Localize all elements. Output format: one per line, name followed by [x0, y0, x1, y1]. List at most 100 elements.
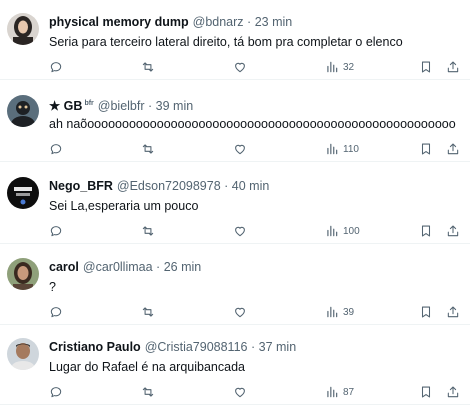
display-name[interactable]: Nego_BFR — [49, 179, 113, 193]
tweet[interactable]: ★ GB bfr @bielbfr · 39 min ah naõooooooooo… — [0, 82, 470, 162]
reply-icon — [50, 144, 62, 155]
bookmark-button[interactable] — [419, 222, 433, 240]
tweet-text: Sei La,esperaria um pouco — [49, 199, 199, 213]
like-button[interactable] — [233, 303, 247, 321]
like-button[interactable] — [233, 383, 247, 401]
avatar[interactable] — [7, 95, 39, 127]
reply-button[interactable] — [49, 383, 63, 401]
action-bar: 100 — [49, 222, 463, 240]
separator-dot: · — [148, 99, 153, 114]
display-name[interactable]: Cristiano Paulo — [49, 340, 141, 354]
bookmark-icon — [421, 61, 431, 73]
avatar[interactable] — [7, 177, 39, 209]
timestamp[interactable]: 23 min — [255, 15, 293, 29]
tweet-header: Cristiano Paulo @Cristia79088116 · 37 min — [49, 339, 296, 355]
share-button[interactable] — [446, 58, 460, 76]
share-icon — [447, 61, 459, 73]
views-icon — [327, 225, 338, 237]
like-icon — [235, 307, 245, 318]
display-name[interactable]: carol — [49, 260, 79, 274]
tweet[interactable]: physical memory dump @bdnarz · 23 min Ser… — [0, 0, 470, 80]
views-count: 100 — [343, 225, 360, 237]
like-icon — [235, 144, 245, 155]
views-icon — [327, 143, 338, 155]
user-handle[interactable]: @Cristia79088116 — [145, 340, 248, 354]
retweet-icon — [142, 62, 154, 72]
timestamp[interactable]: 37 min — [259, 340, 297, 354]
tweet[interactable]: Cristiano Paulo @Cristia79088116 · 37 min… — [0, 325, 470, 405]
share-button[interactable] — [446, 383, 460, 401]
reply-button[interactable] — [49, 140, 63, 158]
retweet-icon — [142, 226, 154, 236]
share-button[interactable] — [446, 303, 460, 321]
like-button[interactable] — [233, 222, 247, 240]
bookmark-button[interactable] — [419, 58, 433, 76]
views-icon — [327, 386, 338, 398]
tweet-text: Seria para terceiro lateral direito, tá … — [49, 35, 403, 49]
share-icon — [447, 386, 459, 398]
user-handle[interactable]: @Edson72098978 — [117, 179, 221, 193]
like-icon — [235, 62, 245, 73]
separator-dot: · — [224, 179, 229, 193]
bookmark-button[interactable] — [419, 140, 433, 158]
reply-button[interactable] — [49, 58, 63, 76]
like-button[interactable] — [233, 58, 247, 76]
views-count: 87 — [343, 386, 355, 398]
share-icon — [447, 143, 459, 155]
share-button[interactable] — [446, 140, 460, 158]
user-handle[interactable]: @bielbfr — [98, 99, 145, 113]
views-count: 110 — [343, 143, 359, 155]
tweet-text: ah naõoooooooooooooooooooooooooooooooooo… — [49, 117, 456, 131]
action-bar: 32 — [49, 58, 463, 76]
display-name[interactable]: ★ GB — [49, 99, 82, 113]
views-button[interactable]: 39 — [325, 303, 354, 321]
tweet-text: Lugar do Rafael é na arquibancada — [49, 360, 245, 374]
reply-icon — [50, 307, 62, 318]
views-count: 39 — [343, 306, 355, 318]
timestamp[interactable]: 39 min — [156, 99, 194, 113]
views-button[interactable]: 100 — [325, 222, 360, 240]
action-bar: 110 — [49, 140, 463, 158]
reply-button[interactable] — [49, 222, 63, 240]
tweet-header: carol @car0llimaa · 26 min — [49, 259, 201, 275]
tweet-text: ? — [49, 280, 56, 294]
user-handle[interactable]: @car0llimaa — [83, 260, 153, 274]
reply-icon — [50, 387, 62, 398]
tweet[interactable]: Nego_BFR @Edson72098978 · 40 min Sei La,e… — [0, 164, 470, 244]
share-button[interactable] — [446, 222, 460, 240]
views-count: 32 — [343, 61, 355, 73]
like-icon — [235, 226, 245, 237]
bookmark-button[interactable] — [419, 303, 433, 321]
share-icon — [447, 225, 459, 237]
retweet-icon — [142, 144, 154, 154]
views-icon — [327, 306, 338, 318]
bookmark-button[interactable] — [419, 383, 433, 401]
timestamp[interactable]: 40 min — [232, 179, 270, 193]
views-button[interactable]: 87 — [325, 383, 354, 401]
bookmark-icon — [421, 143, 431, 155]
bookmark-icon — [421, 386, 431, 398]
views-button[interactable]: 110 — [325, 140, 359, 158]
reply-icon — [50, 62, 62, 73]
retweet-button[interactable] — [141, 222, 155, 240]
retweet-button[interactable] — [141, 140, 155, 158]
avatar[interactable] — [7, 338, 39, 370]
retweet-button[interactable] — [141, 383, 155, 401]
views-button[interactable]: 32 — [325, 58, 354, 76]
avatar[interactable] — [7, 258, 39, 290]
retweet-button[interactable] — [141, 303, 155, 321]
separator-dot: · — [250, 340, 256, 354]
reply-button[interactable] — [49, 303, 63, 321]
like-button[interactable] — [233, 140, 247, 158]
retweet-button[interactable] — [141, 58, 155, 76]
timestamp[interactable]: 26 min — [164, 260, 202, 274]
avatar[interactable] — [7, 13, 39, 45]
tweet-header: Nego_BFR @Edson72098978 · 40 min — [49, 178, 269, 194]
separator-dot: · — [156, 260, 161, 274]
retweet-icon — [142, 307, 154, 317]
separator-dot: · — [247, 15, 252, 29]
tweet[interactable]: carol @car0llimaa · 26 min ? 39 — [0, 245, 470, 325]
user-handle[interactable]: @bdnarz — [193, 15, 244, 29]
display-name[interactable]: physical memory dump — [49, 15, 189, 29]
share-icon — [447, 306, 459, 318]
